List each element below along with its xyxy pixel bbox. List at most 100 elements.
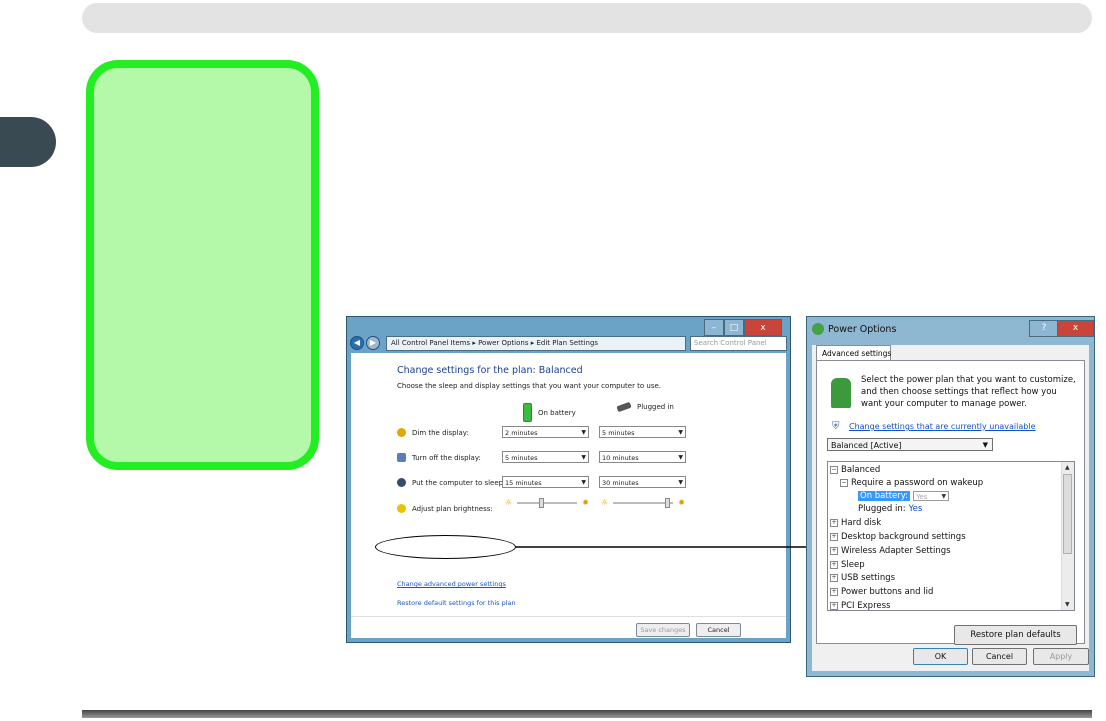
help-button[interactable]: ? [1029,320,1059,337]
expand-icon[interactable]: + [830,588,838,596]
sleep-plugged-select[interactable]: 30 minutes ▼ [599,476,686,488]
tree-label: Desktop background settings [841,532,966,542]
row-label: Turn off the display: [412,453,481,462]
expand-icon[interactable]: + [830,602,838,610]
tree-item-hard-disk[interactable]: + Hard disk [830,518,881,528]
display-battery-select[interactable]: 5 minutes ▼ [502,451,589,463]
restore-defaults-link[interactable]: Restore default settings for this plan [397,599,516,607]
window-content: Change settings for the plan: Balanced C… [351,353,786,638]
collapse-icon[interactable]: − [840,479,848,487]
brightness-plugged-slider[interactable]: ☼ ✹ [601,498,685,508]
sun-large-icon: ✹ [582,498,589,507]
restore-plan-defaults-button[interactable]: Restore plan defaults [954,625,1077,645]
on-battery-select[interactable]: Yes ▼ [913,491,950,501]
tree-item-pci-express[interactable]: + PCI Express [830,601,891,611]
ok-button[interactable]: OK [913,648,968,665]
slider-thumb[interactable] [665,498,670,508]
tree-item-usb-settings[interactable]: + USB settings [830,573,895,583]
collapse-icon[interactable]: − [830,466,838,474]
battery-icon [523,403,532,422]
expand-icon[interactable]: + [830,519,838,527]
row-brightness: Adjust plan brightness: [397,504,493,513]
plan-select[interactable]: Balanced [Active] ▼ [827,438,993,451]
maximize-button[interactable]: □ [724,319,744,336]
cancel-button[interactable]: Cancel [696,623,741,637]
power-plan-icon [831,378,851,408]
expand-icon[interactable]: + [830,574,838,582]
tree-item-require-password[interactable]: − Require a password on wakeup [840,478,983,488]
expand-icon[interactable]: + [830,561,838,569]
chevron-down-icon: ▼ [678,454,683,461]
select-value: 5 minutes [505,454,538,462]
tree-item-sleep[interactable]: + Sleep [830,560,865,570]
row-label: Put the computer to sleep: [412,478,506,487]
back-icon[interactable]: ◀ [350,336,364,350]
chevron-down-icon: ▼ [982,441,988,449]
page-subtitle: Choose the sleep and display settings th… [397,382,662,390]
page-title: Change settings for the plan: Balanced [397,365,583,376]
tree-item-desktop-background[interactable]: + Desktop background settings [830,532,966,542]
scroll-up-icon[interactable]: ▲ [1065,464,1070,471]
close-button[interactable]: x [744,319,782,336]
cancel-button[interactable]: Cancel [972,648,1027,665]
sun-small-icon: ☼ [505,498,513,507]
tree-label: Balanced [841,465,881,475]
dim-plugged-select[interactable]: 5 minutes ▼ [599,426,686,438]
minimize-button[interactable]: – [704,319,724,336]
dim-battery-select[interactable]: 2 minutes ▼ [502,426,589,438]
plug-icon [616,401,632,413]
tree-item-balanced[interactable]: − Balanced [830,465,880,475]
chevron-down-icon: ▼ [581,454,586,461]
monitor-icon [397,453,406,462]
plan-select-value: Balanced [Active] [831,441,902,450]
chapter-tab [0,117,56,167]
tree-item-plugged-in[interactable]: Plugged in: Yes [858,504,922,514]
moon-icon [397,478,406,487]
sleep-battery-select[interactable]: 15 minutes ▼ [502,476,589,488]
tree-scrollbar[interactable]: ▲ ▼ [1061,462,1074,610]
select-value: 10 minutes [602,454,639,462]
callout-ellipse [375,535,516,559]
apply-button[interactable]: Apply [1033,648,1089,665]
sun-large-icon: ✹ [678,498,685,507]
dialog-title: Power Options [812,323,896,335]
settings-tree[interactable]: − Balanced − Require a password on wakeup … [827,461,1075,611]
advanced-settings-link[interactable]: Change advanced power settings [397,580,506,588]
change-unavailable-link[interactable]: Change settings that are currently unava… [849,422,1036,431]
row-sleep: Put the computer to sleep: [397,478,505,487]
footer-bar [82,710,1092,718]
tree-label: Power buttons and lid [841,587,934,597]
chevron-down-icon: ▼ [678,479,683,486]
select-value: 5 minutes [602,429,635,437]
tree-value: Yes [908,504,923,514]
expand-icon[interactable]: + [830,547,838,555]
scroll-thumb[interactable] [1063,474,1072,554]
tree-item-on-battery[interactable]: On battery: Yes ▼ [858,491,950,501]
save-changes-button[interactable]: Save changes [636,623,690,637]
shield-icon: ⛨ [832,421,840,432]
address-bar[interactable]: All Control Panel Items ▸ Power Options … [386,335,686,351]
column-plugged-label: Plugged in [637,403,674,411]
dialog-body: Advanced settings Select the power plan … [812,345,1089,671]
tree-label: PCI Express [841,601,891,611]
tree-label: Wireless Adapter Settings [841,546,951,556]
expand-icon[interactable]: + [830,533,838,541]
power-options-icon [812,323,824,335]
slider-thumb[interactable] [539,498,544,508]
chevron-down-icon: ▼ [678,429,683,436]
tree-item-power-buttons[interactable]: + Power buttons and lid [830,587,933,597]
tree-item-wireless-adapter[interactable]: + Wireless Adapter Settings [830,546,951,556]
chevron-down-icon: ▼ [581,429,586,436]
forward-icon[interactable]: ▶ [366,336,380,350]
close-button[interactable]: x [1057,320,1094,337]
select-value: 2 minutes [505,429,538,437]
tree-label-selected: On battery: [858,491,911,501]
slider-track [517,502,577,504]
tab-advanced-settings[interactable]: Advanced settings [816,345,891,360]
edit-plan-settings-window: – □ x ◀ ▶ All Control Panel Items ▸ Powe… [346,316,791,643]
scroll-down-icon[interactable]: ▼ [1065,601,1070,608]
tree-label: Require a password on wakeup [851,478,984,488]
display-plugged-select[interactable]: 10 minutes ▼ [599,451,686,463]
search-input[interactable]: Search Control Panel [690,335,787,351]
brightness-battery-slider[interactable]: ☼ ✹ [505,498,589,508]
